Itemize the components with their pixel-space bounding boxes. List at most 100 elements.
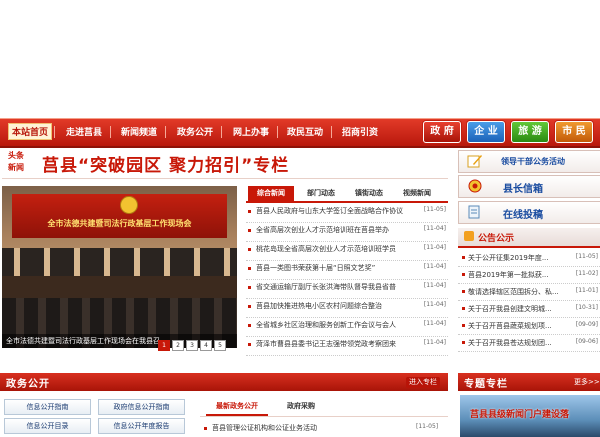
bottom-news-title[interactable]: 莒县管理公证机构和公证业务活动 <box>212 423 317 433</box>
list-item[interactable]: 省交通运输厅副厅长张洪海带队督导我县省普 [11-04] <box>246 280 448 299</box>
headline-divider <box>2 178 448 179</box>
list-item[interactable]: 莒县加快推进热电小区农村问题综合整治 [11-04] <box>246 299 448 318</box>
nav-separator <box>277 126 278 138</box>
headline-tag: 头条 新闻 <box>4 150 28 174</box>
guide-box[interactable]: 信息公开年度报告 <box>98 418 185 434</box>
news-date: [11-04] <box>423 244 446 251</box>
news-date: [11-04] <box>423 282 446 289</box>
slider-page-4[interactable]: 4 <box>200 340 212 351</box>
news-title[interactable]: 莒县加快推进热电小区农村问题综合整治 <box>256 301 410 311</box>
guide-box[interactable]: 政府信息公开指南 <box>98 399 185 415</box>
bullet-icon <box>248 210 251 213</box>
list-item[interactable]: 莒县人民政府与山东大学签订全面战略合作协议 [11-05] <box>246 204 448 223</box>
news-title[interactable]: 莒县一类图书荣获第十届“日照文艺奖” <box>256 263 410 273</box>
nav-home[interactable]: 本站首页 <box>8 123 53 140</box>
list-item[interactable]: 莒县2019年第一批拟获... [11-02] <box>458 267 600 284</box>
bullet-icon <box>248 248 251 251</box>
topic-banner-text: 莒县县级新闻门户建设落 <box>470 410 570 420</box>
nav-about-county[interactable]: 走进莒县 <box>66 125 102 138</box>
news-title[interactable]: 莒县人民政府与山东大学签订全面战略合作协议 <box>256 206 410 216</box>
headline-title[interactable]: 莒县“突破园区 聚力招引”专栏 <box>42 151 289 176</box>
news-date: [11-05] <box>423 206 446 213</box>
photo-caption[interactable]: 全市法德共建暨司法行政基层工作现场会在我县召... <box>6 336 167 346</box>
leader-activities-button[interactable]: 领导干部公务活动 <box>458 150 600 173</box>
tab-video-news[interactable]: 视频新闻 <box>394 186 440 201</box>
news-date: [11-04] <box>423 320 446 327</box>
citizen-button[interactable]: 市 民 <box>555 121 593 143</box>
notice-item-date: [09-09] <box>575 321 598 328</box>
slider-pagination: 12345 <box>156 340 226 351</box>
bottom-tab-divider <box>200 416 448 417</box>
nav-separator <box>221 126 222 138</box>
notice-item-title[interactable]: 敬请选择辖区范围拆分、私... <box>468 287 566 297</box>
photo-banner: 全市法德共建暨司法行政基层工作现场会 <box>12 194 227 238</box>
topic-banner[interactable]: 莒县县级新闻门户建设落 <box>460 395 600 437</box>
mayor-mailbox-button[interactable]: 县长信箱 <box>458 175 600 198</box>
slider-page-2[interactable]: 2 <box>172 340 184 351</box>
list-item[interactable]: 莒县一类图书荣获第十届“日照文艺奖” [11-04] <box>246 261 448 280</box>
topic-more-link[interactable]: 更多>> <box>574 377 600 387</box>
bullet-icon <box>248 324 251 327</box>
nav-news[interactable]: 新闻频道 <box>121 125 157 138</box>
notice-item-title[interactable]: 莒县2019年第一批拟获... <box>468 270 566 280</box>
bullet-icon <box>248 267 251 270</box>
bullet-icon <box>248 343 251 346</box>
list-item[interactable]: 菏泽市曹县县委书记王志强带领党政考察团来 [11-04] <box>246 337 448 356</box>
bullet-icon <box>462 324 465 327</box>
bullet-icon <box>204 427 207 430</box>
leader-activities-label: 领导干部公务活动 <box>501 157 565 166</box>
notice-item-title[interactable]: 关于公开征集2019年度... <box>468 253 566 263</box>
slider-page-3[interactable]: 3 <box>186 340 198 351</box>
gov-affairs-title[interactable]: 政务公开 <box>6 375 50 390</box>
news-title[interactable]: 菏泽市曹县县委书记王志强带领党政考察团来 <box>256 339 410 349</box>
mayor-mailbox-label: 县长信箱 <box>503 184 543 195</box>
list-item[interactable]: 敬请选择辖区范围拆分、私... [11-01] <box>458 284 600 301</box>
enter-column-button[interactable]: 进入专栏 <box>406 377 440 388</box>
notice-item-title[interactable]: 关于召开我县苍达规划团... <box>468 338 566 348</box>
slider-page-1[interactable]: 1 <box>158 340 170 351</box>
list-item[interactable]: 关于公开征集2019年度... [11-05] <box>458 250 600 267</box>
news-title[interactable]: 全省高层次创业人才示范培训班在莒县举办 <box>256 225 410 235</box>
notice-header: 公告公示 <box>458 228 600 248</box>
news-date: [11-04] <box>423 339 446 346</box>
topic-title[interactable]: 专题专栏 <box>464 375 508 390</box>
list-item[interactable]: 全省城乡社区治理和服务创新工作会议与会人 [11-04] <box>246 318 448 337</box>
news-title[interactable]: 桃花岛现全省高层次创业人才示范培训班学员 <box>256 244 410 254</box>
nav-gov-affairs[interactable]: 政务公开 <box>177 125 213 138</box>
news-date: [11-04] <box>423 263 446 270</box>
notice-item-title[interactable]: 关于召开莒县蔬菜规划项... <box>468 321 566 331</box>
tourism-button[interactable]: 旅 游 <box>511 121 549 143</box>
slider-page-5[interactable]: 5 <box>214 340 226 351</box>
guide-box[interactable]: 信息公开指南 <box>4 399 91 415</box>
bullet-icon <box>462 256 465 259</box>
nav-separator <box>165 126 166 138</box>
list-item[interactable]: 关于召开我县创建文明城... [10-31] <box>458 301 600 318</box>
list-item[interactable]: 关于召开我县苍达规划团... [09-06] <box>458 335 600 352</box>
tab-general-news[interactable]: 综合新闻 <box>248 186 294 201</box>
notice-item-date: [11-05] <box>575 253 598 260</box>
bullet-icon <box>248 305 251 308</box>
tab-latest-gov-affairs[interactable]: 最新政务公开 <box>206 399 268 416</box>
notice-title[interactable]: 公告公示 <box>478 231 514 244</box>
news-title[interactable]: 全省城乡社区治理和服务创新工作会议与会人 <box>256 320 410 330</box>
nav-investment[interactable]: 招商引资 <box>342 125 378 138</box>
online-submission-button[interactable]: 在线投稿 <box>458 201 600 224</box>
government-button[interactable]: 政 府 <box>423 121 461 143</box>
list-item[interactable]: 全省高层次创业人才示范培训班在莒县举办 [11-04] <box>246 223 448 242</box>
enterprise-button[interactable]: 企 业 <box>467 121 505 143</box>
tab-department-news[interactable]: 部门动态 <box>298 186 344 201</box>
news-title[interactable]: 省交通运输厅副厅长张洪海带队督导我县省普 <box>256 282 410 292</box>
notice-item-title[interactable]: 关于召开我县创建文明城... <box>468 304 566 314</box>
document-icon <box>468 205 480 219</box>
news-photo-slider[interactable]: 全市法德共建暨司法行政基层工作现场会 全市法德共建暨司法行政基层工作现场会在我县… <box>2 186 237 348</box>
list-item[interactable]: 桃花岛现全省高层次创业人才示范培训班学员 [11-04] <box>246 242 448 261</box>
list-item[interactable]: 关于召开莒县蔬菜规划项... [09-09] <box>458 318 600 335</box>
guide-box[interactable]: 信息公开目录 <box>4 418 91 434</box>
nav-online-service[interactable]: 网上办事 <box>233 125 269 138</box>
tab-town-news[interactable]: 镇街动态 <box>346 186 392 201</box>
nav-separator <box>110 126 111 138</box>
nav-interaction[interactable]: 政民互动 <box>287 125 323 138</box>
news-date: [11-04] <box>423 301 446 308</box>
tab-gov-procurement[interactable]: 政府采购 <box>276 399 326 414</box>
bullet-icon <box>462 273 465 276</box>
